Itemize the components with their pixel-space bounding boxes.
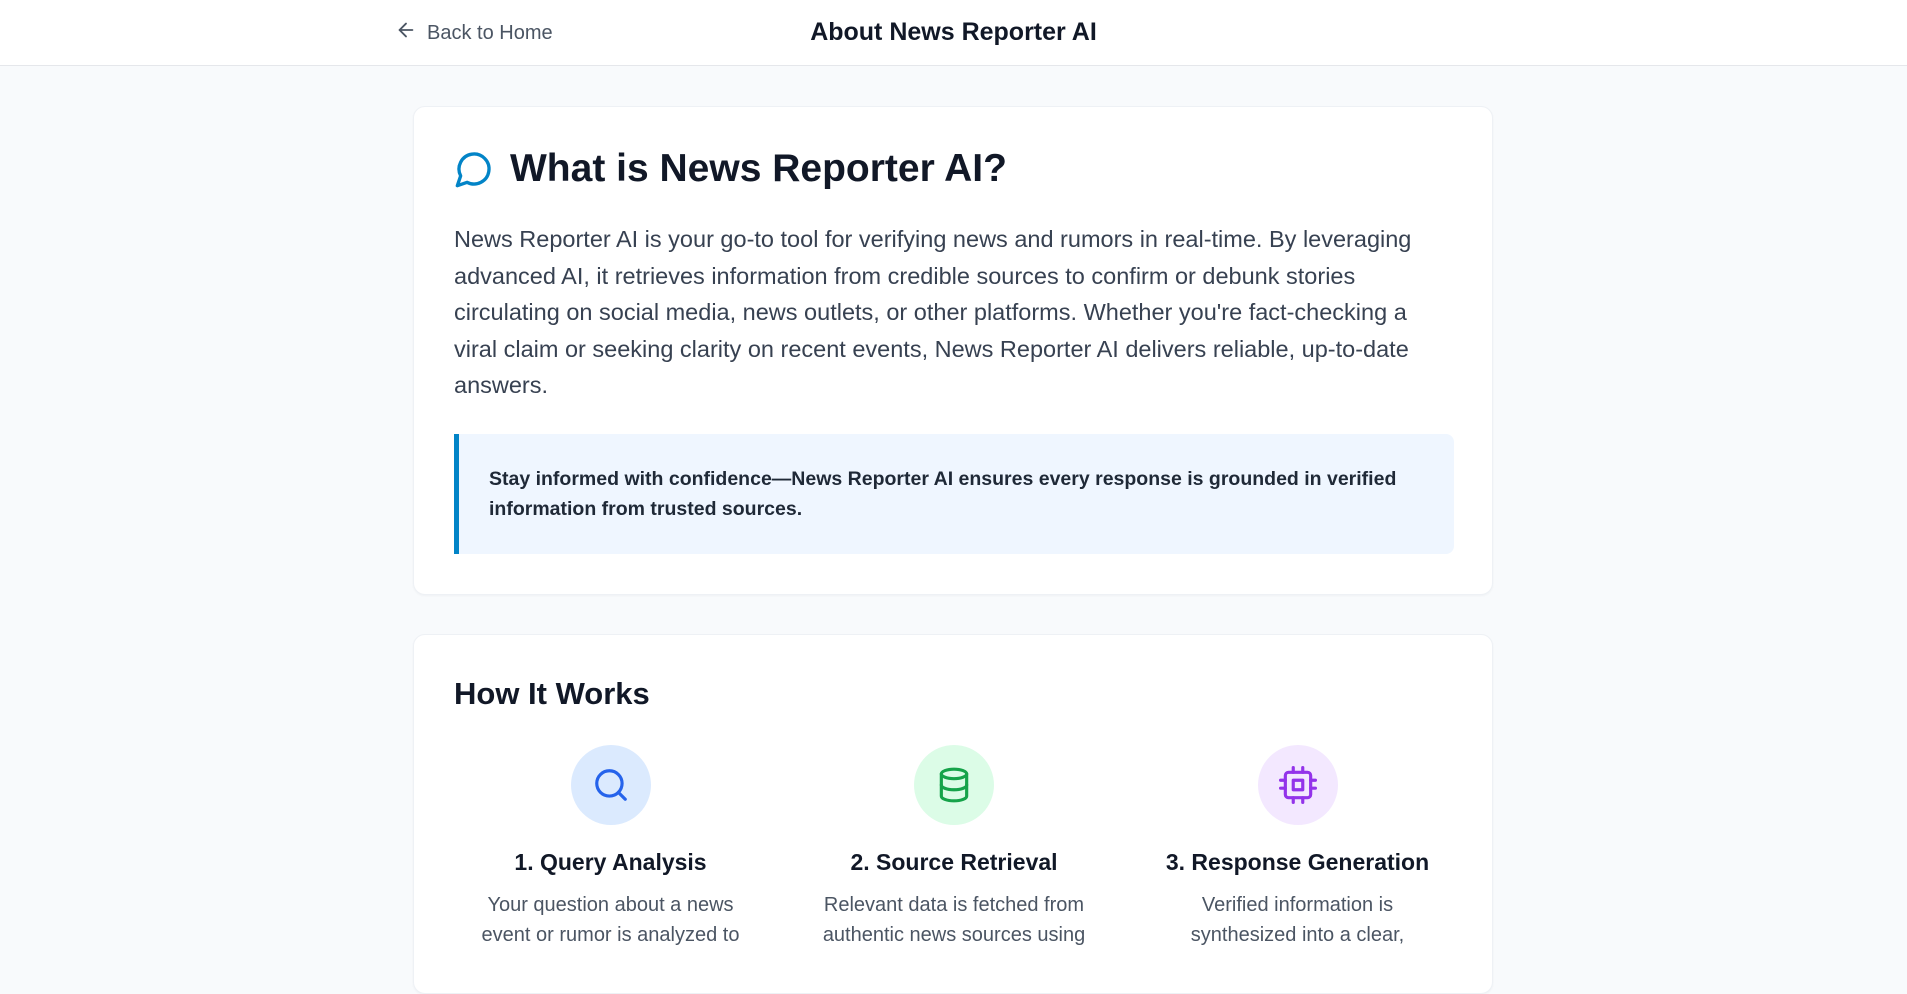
about-heading: What is News Reporter AI? — [454, 147, 1007, 191]
step-description: Verified information is synthesized into… — [1190, 894, 1405, 946]
top-header: Back to Home About News Reporter AI — [0, 0, 1907, 66]
step-description: Relevant data is fetched from authentic … — [822, 894, 1086, 946]
search-icon — [570, 745, 651, 825]
callout-box: Stay informed with confidence—News Repor… — [454, 434, 1454, 554]
callout-text: Stay informed with confidence—News Repor… — [489, 468, 1397, 520]
step-query-analysis: 1. Query Analysis Your question about a … — [454, 745, 767, 950]
step-source-retrieval: 2. Source Retrieval Relevant data is fet… — [798, 745, 1111, 950]
about-card: What is News Reporter AI? News Reporter … — [413, 106, 1493, 595]
step-response-generation: 3. Response Generation Verified informat… — [1141, 745, 1454, 950]
page-title: About News Reporter AI — [810, 18, 1097, 46]
cpu-icon — [1257, 745, 1338, 825]
step-title: 2. Source Retrieval — [850, 849, 1058, 875]
step-description: Your question about a news event or rumo… — [481, 894, 740, 946]
step-title: 3. Response Generation — [1165, 849, 1430, 875]
step-title: 1. Query Analysis — [514, 849, 707, 875]
how-it-works-title: How It Works — [454, 676, 650, 711]
about-description: News Reporter AI is your go-to tool for … — [454, 226, 1412, 398]
message-circle-icon — [454, 149, 494, 189]
about-title: What is News Reporter AI? — [510, 147, 1007, 190]
database-icon — [914, 745, 994, 825]
how-it-works-card: How It Works 1. Query Analysis Your ques… — [413, 634, 1493, 994]
steps-row: 1. Query Analysis Your question about a … — [454, 745, 1454, 950]
